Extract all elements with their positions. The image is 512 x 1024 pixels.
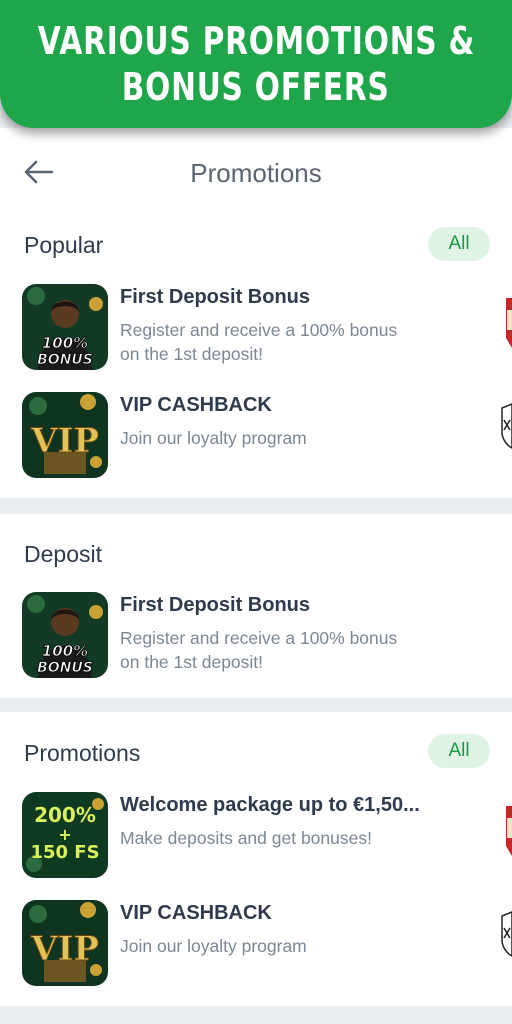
promo-description: Register and receive a 100% bonus on the… <box>120 626 450 674</box>
bonus-thumbnail: 100% BONUS <box>22 592 108 678</box>
top-bar: Promotions <box>0 128 512 210</box>
page-title: Promotions <box>190 158 322 188</box>
promo-item[interactable]: 200% + 150 FS Welcome package up to €1,5… <box>0 792 512 888</box>
section-title: Popular <box>24 232 104 258</box>
side-peek-badge <box>498 298 512 348</box>
section-promotions: Promotions All 200% + 150 FS Welcome pac… <box>0 712 512 1006</box>
all-button[interactable]: All <box>428 227 490 261</box>
side-peek-badge <box>498 910 512 960</box>
promo-item[interactable]: VIP VIP CASHBACK Join our loyalty progra… <box>0 392 512 488</box>
desc-line: Register and receive a 100% bonus <box>120 628 398 648</box>
section-popular: Popular All 100% BONUS First Deposit Bon… <box>0 210 512 498</box>
desc-line: Join our loyalty program <box>120 936 307 956</box>
promo-title: First Deposit Bonus <box>120 594 311 616</box>
promo-item[interactable]: VIP VIP CASHBACK Join our loyalty progra… <box>0 900 512 996</box>
badge-bottom-text: BONUS <box>37 352 93 368</box>
desc-line: Register and receive a 100% bonus <box>120 320 398 340</box>
badge-top-text: 100% <box>42 334 88 352</box>
promo-title: Welcome package up to €1,50... <box>120 794 420 816</box>
all-button[interactable]: All <box>428 734 490 768</box>
promo-banner: VARIOUS PROMOTIONS & BONUS OFFERS <box>0 0 512 128</box>
banner-line-2: BONUS OFFERS <box>122 65 390 109</box>
promo-title: VIP CASHBACK <box>120 902 272 924</box>
section-title: Deposit <box>24 541 102 567</box>
promo-description: Make deposits and get bonuses! <box>120 826 450 850</box>
badge-bottom-text: 150 FS <box>30 842 99 863</box>
promo-description: Register and receive a 100% bonus on the… <box>120 318 450 366</box>
desc-line: Join our loyalty program <box>120 428 307 448</box>
welcome-thumbnail: 200% + 150 FS <box>22 792 108 878</box>
promo-title: First Deposit Bonus <box>120 286 311 308</box>
badge-top-text: VIP <box>30 421 99 461</box>
badge-top-text: 100% <box>42 642 88 660</box>
section-deposit: Deposit 100% BONUS First Deposit Bonus R… <box>0 514 512 698</box>
promo-item[interactable]: 100% BONUS First Deposit Bonus Register … <box>0 592 512 688</box>
desc-line: on the 1st deposit! <box>120 652 264 672</box>
banner-line-1: VARIOUS PROMOTIONS & <box>37 19 475 63</box>
desc-line: on the 1st deposit! <box>120 344 264 364</box>
promo-title: VIP CASHBACK <box>120 394 272 416</box>
side-peek-badge <box>498 402 512 452</box>
promo-description: Join our loyalty program <box>120 426 450 450</box>
section-title: Promotions <box>24 740 141 766</box>
badge-top-text: 200% <box>34 803 96 827</box>
promo-description: Join our loyalty program <box>120 934 450 958</box>
bonus-thumbnail: 100% BONUS <box>22 284 108 370</box>
desc-line: Make deposits and get bonuses! <box>120 828 372 848</box>
promo-item[interactable]: 100% BONUS First Deposit Bonus Register … <box>0 284 512 380</box>
badge-bottom-text: BONUS <box>37 660 93 676</box>
vip-thumbnail: VIP <box>22 392 108 478</box>
side-peek-badge <box>498 806 512 856</box>
vip-thumbnail: VIP <box>22 900 108 986</box>
badge-top-text: VIP <box>30 929 99 969</box>
